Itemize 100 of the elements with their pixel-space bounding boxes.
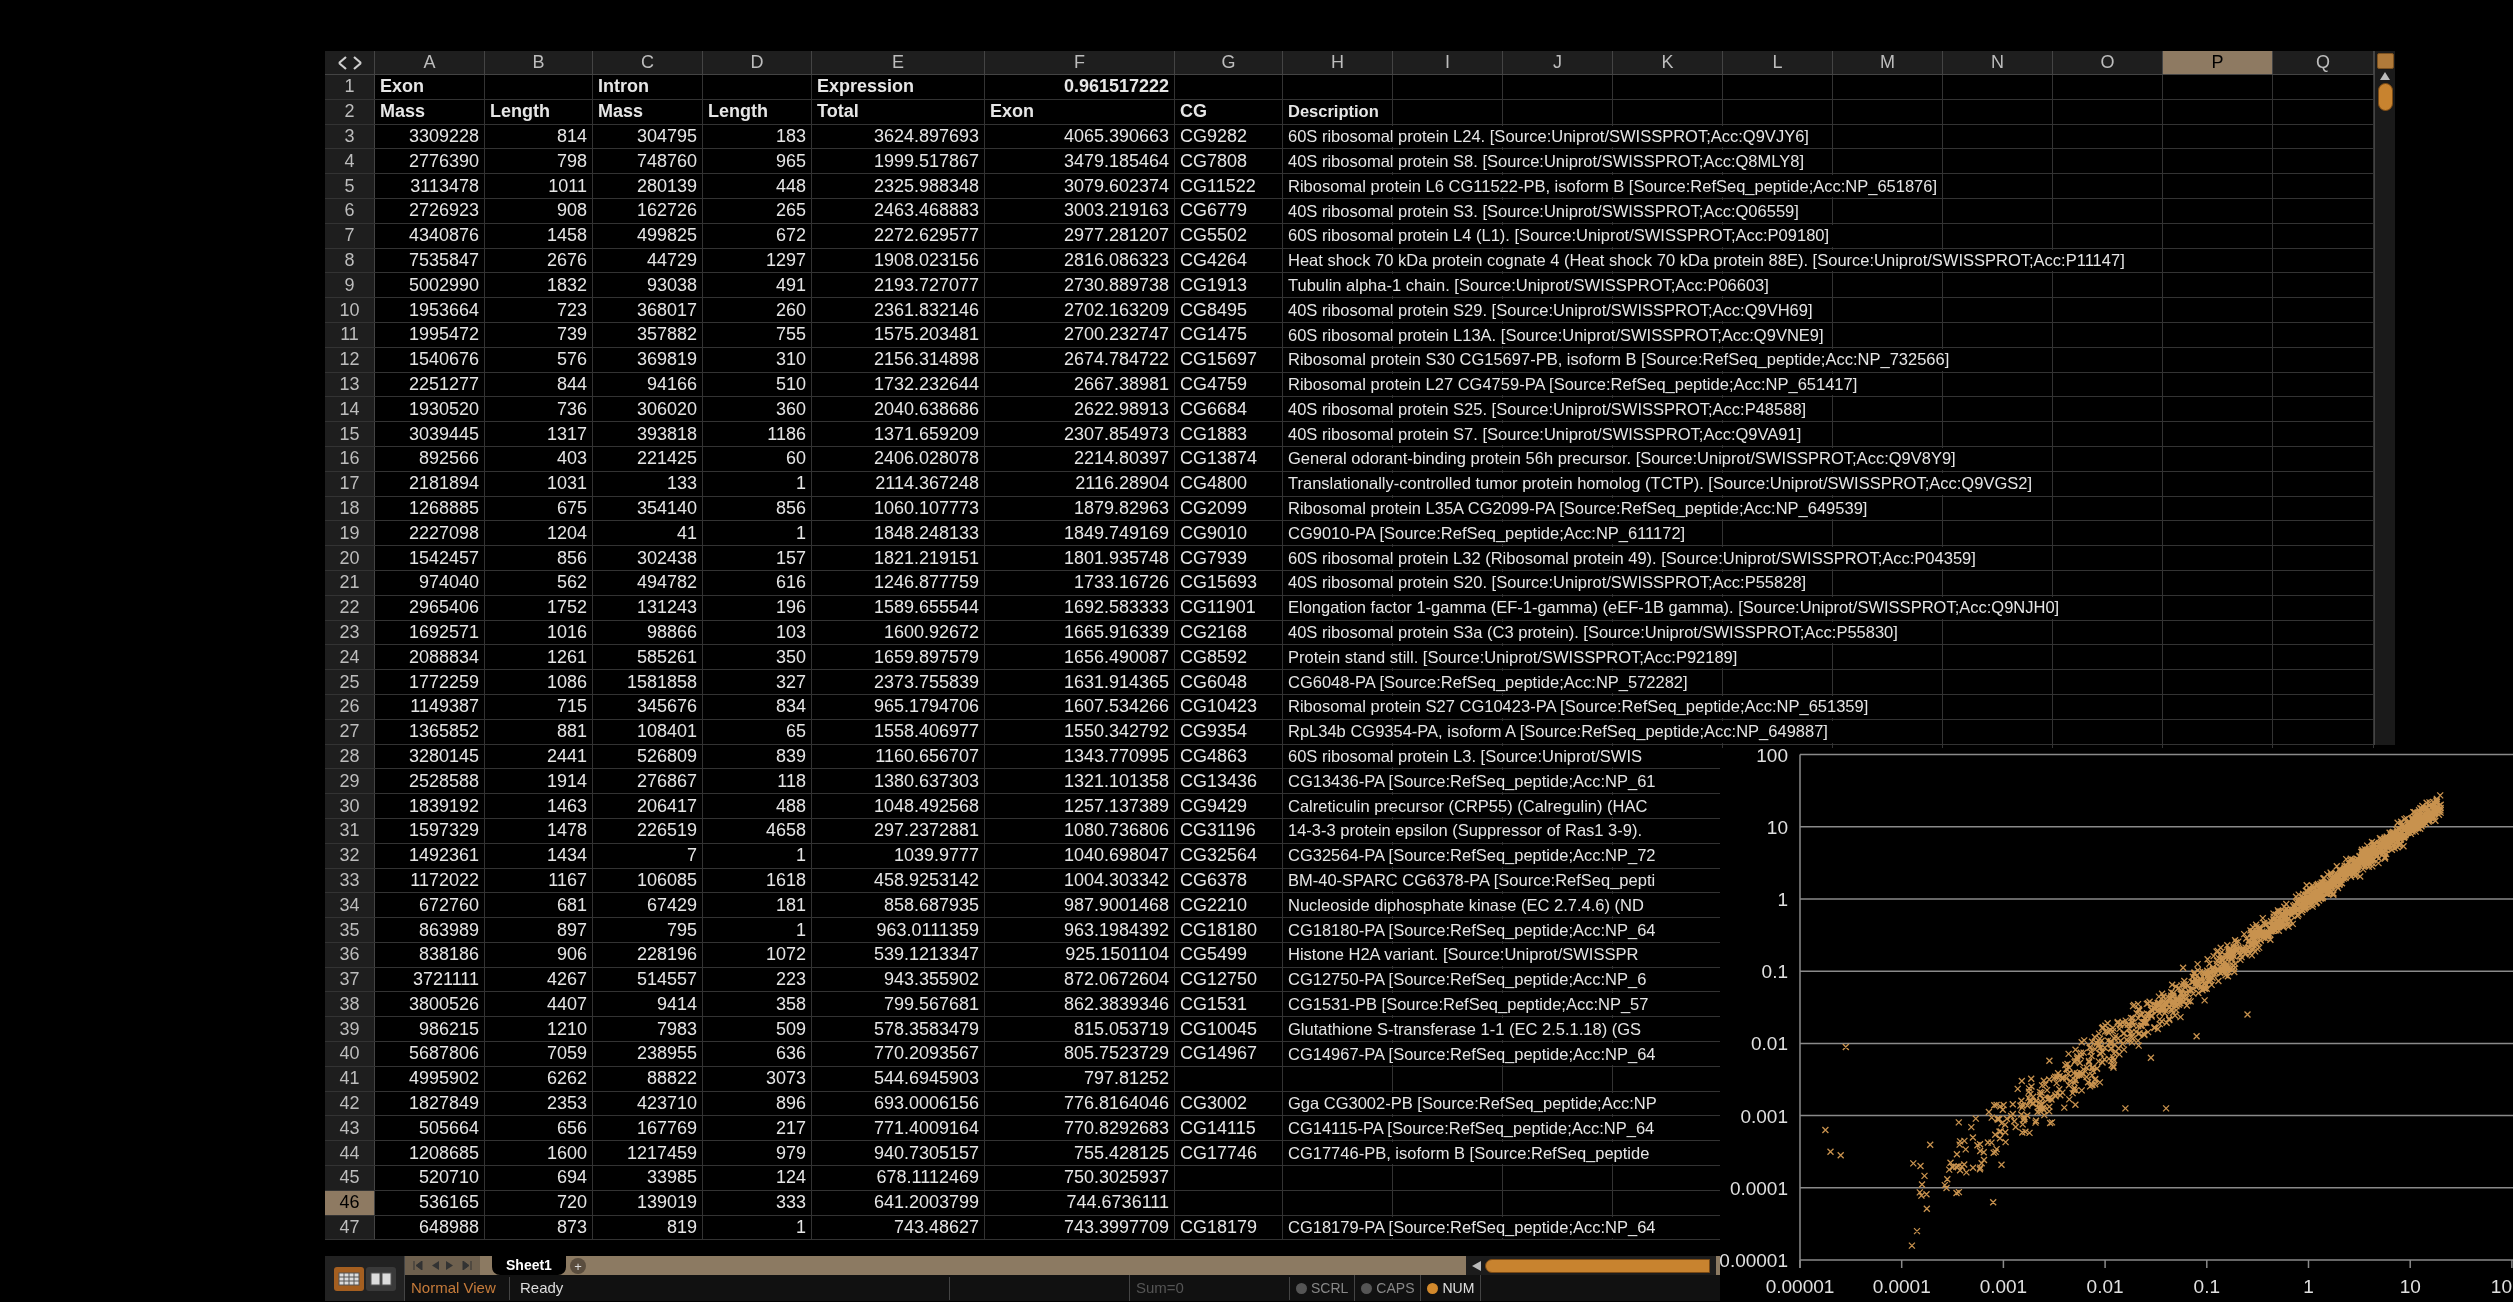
table-cell-text: 805.7523729	[1062, 1042, 1170, 1066]
row-header[interactable]: 18	[325, 496, 375, 521]
table-cell-text: 539.1213347	[872, 943, 980, 967]
column-header[interactable]: N	[1943, 51, 2053, 74]
column-header[interactable]: P	[2163, 51, 2273, 74]
table-cell-text: Length	[489, 100, 551, 124]
table-cell-text: 1607.534266	[1062, 695, 1170, 719]
table-cell-text: CG14115	[1179, 1116, 1257, 1140]
table-cell-text: 2272.629577	[872, 224, 980, 248]
row-header[interactable]: 11	[325, 322, 375, 347]
row-header[interactable]: 19	[325, 521, 375, 546]
table-cell-text: 965	[774, 149, 807, 173]
sheet-tab[interactable]: Sheet1	[492, 1256, 566, 1276]
column-header[interactable]: K	[1613, 51, 1723, 74]
row-header[interactable]: 4	[325, 149, 375, 174]
column-header[interactable]: E	[812, 51, 985, 74]
row-header[interactable]: 43	[325, 1116, 375, 1141]
table-cell-text: 656	[555, 1116, 588, 1140]
row-header[interactable]: 10	[325, 298, 375, 322]
row-header[interactable]: 14	[325, 397, 375, 422]
row-header[interactable]: 39	[325, 1017, 375, 1042]
column-header[interactable]: D	[703, 51, 812, 74]
row-header[interactable]: 25	[325, 670, 375, 694]
row-header[interactable]: 26	[325, 694, 375, 719]
table-cell-text: 5002990	[407, 273, 480, 297]
row-header[interactable]: 22	[325, 595, 375, 620]
table-cell-text: 345676	[635, 695, 698, 719]
table-cell-text: 1542457	[407, 546, 480, 570]
add-sheet-button[interactable]: +	[569, 1258, 586, 1275]
row-header[interactable]: 45	[325, 1166, 375, 1190]
row-header[interactable]: 40	[325, 1042, 375, 1066]
row-header[interactable]: 37	[325, 967, 375, 992]
column-header[interactable]: F	[985, 51, 1175, 74]
table-cell-text: 358	[774, 992, 807, 1016]
row-header[interactable]: 9	[325, 273, 375, 298]
column-header[interactable]: M	[1833, 51, 1943, 74]
row-header[interactable]: 12	[325, 347, 375, 372]
row-header[interactable]: 21	[325, 570, 375, 595]
row-header[interactable]: 47	[325, 1215, 375, 1240]
column-header[interactable]: L	[1723, 51, 1833, 74]
row-header[interactable]: 2	[325, 99, 375, 124]
indicator-label: NUM	[1442, 1278, 1475, 1298]
row-header[interactable]: 1	[325, 75, 375, 99]
table-cell-text: CG14967	[1179, 1042, 1259, 1066]
table-cell-text: 509	[774, 1017, 807, 1041]
row-header[interactable]: 20	[325, 546, 375, 570]
table-cell-text: CG1531	[1179, 992, 1249, 1016]
table-cell-text: 974040	[417, 571, 480, 595]
table-cell-text: 88822	[645, 1067, 698, 1091]
column-header[interactable]: O	[2053, 51, 2163, 74]
column-header[interactable]: A	[375, 51, 485, 74]
table-cell-text: 1600	[545, 1141, 588, 1165]
x-tick-label: 10	[2490, 1276, 2512, 1297]
table-cell-text: CG11522	[1179, 174, 1257, 198]
table-cell-text: 862.3839346	[1062, 992, 1170, 1016]
table-cell-text: 488	[774, 794, 807, 818]
column-header[interactable]: B	[485, 51, 593, 74]
column-header[interactable]: H	[1283, 51, 1393, 74]
row-header[interactable]: 31	[325, 818, 375, 843]
row-header[interactable]: 36	[325, 942, 375, 967]
row-header[interactable]: 6	[325, 199, 375, 223]
row-header[interactable]: 24	[325, 645, 375, 670]
table-cell-text: CG11901	[1179, 596, 1257, 620]
row-header[interactable]: 35	[325, 918, 375, 942]
table-cell-text: 44729	[645, 249, 698, 272]
row-header[interactable]: 15	[325, 422, 375, 446]
column-header[interactable]: G	[1175, 51, 1283, 74]
row-header[interactable]: 8	[325, 248, 375, 273]
column-header[interactable]: I	[1393, 51, 1503, 74]
x-tick-label: 0.0001	[1872, 1276, 1931, 1297]
table-cell-text: 1208685	[407, 1141, 480, 1165]
row-header[interactable]: 16	[325, 446, 375, 471]
row-header[interactable]: 17	[325, 471, 375, 496]
column-header[interactable]: C	[593, 51, 703, 74]
row-header[interactable]: 5	[325, 174, 375, 198]
row-header[interactable]: 41	[325, 1066, 375, 1091]
row-header[interactable]: 3	[325, 124, 375, 149]
row-header[interactable]: 27	[325, 719, 375, 744]
table-cell-text: 986215	[417, 1017, 480, 1041]
table-cell-text: 1692571	[407, 620, 480, 644]
row-header[interactable]: 46	[325, 1190, 375, 1215]
row-header[interactable]: 28	[325, 744, 375, 769]
row-header[interactable]: 44	[325, 1141, 375, 1166]
row-header[interactable]: 34	[325, 893, 375, 918]
row-header[interactable]: 7	[325, 223, 375, 248]
table-cell-text: CG12750	[1179, 968, 1259, 992]
table-cell-text: CG7808	[1179, 149, 1249, 173]
row-header[interactable]: 38	[325, 992, 375, 1017]
row-header[interactable]: 42	[325, 1091, 375, 1116]
row-header[interactable]: 23	[325, 620, 375, 645]
table-cell-text: 2700.232747	[1062, 323, 1170, 347]
column-header[interactable]: Q	[2273, 51, 2374, 74]
row-header[interactable]: 33	[325, 868, 375, 893]
table-cell-text: 1659.897579	[872, 645, 980, 669]
column-header[interactable]: J	[1503, 51, 1613, 74]
row-header[interactable]: 29	[325, 769, 375, 794]
table-cell-text: 2373.755839	[872, 670, 980, 694]
row-header[interactable]: 32	[325, 843, 375, 868]
row-header[interactable]: 30	[325, 794, 375, 818]
row-header[interactable]: 13	[325, 372, 375, 397]
